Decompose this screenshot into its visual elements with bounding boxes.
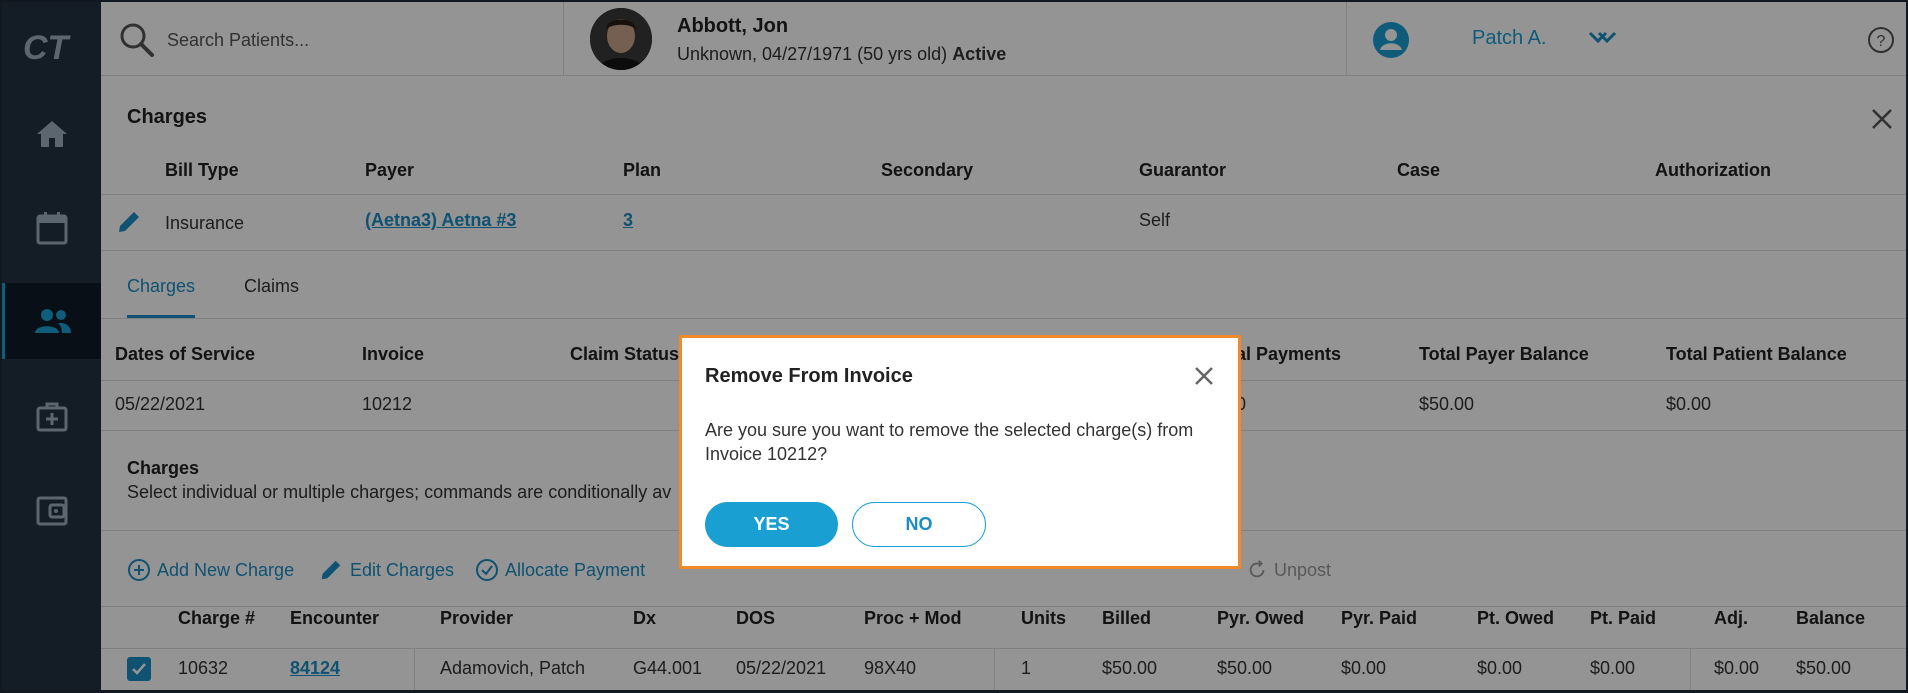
remove-from-invoice-dialog: Remove From Invoice Are you sure you wan… — [679, 335, 1241, 569]
close-dialog-icon[interactable] — [1191, 363, 1217, 389]
dialog-title: Remove From Invoice — [705, 365, 913, 387]
dialog-message: Are you sure you want to remove the sele… — [705, 420, 1194, 464]
modal-backdrop[interactable]: Remove From Invoice Are you sure you wan… — [0, 0, 1908, 693]
no-button[interactable]: NO — [852, 502, 986, 547]
yes-button[interactable]: YES — [705, 502, 838, 547]
